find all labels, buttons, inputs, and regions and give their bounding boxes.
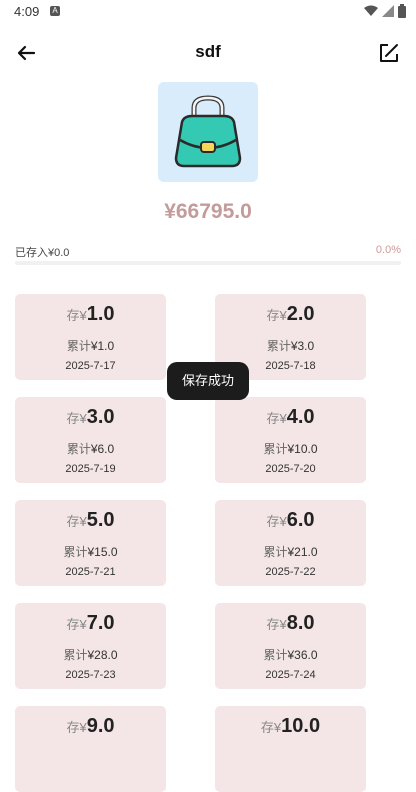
- deposit-card[interactable]: 存¥8.0 累计¥36.0 2025-7-24: [215, 603, 366, 689]
- deposit-prefix: 存¥: [66, 617, 87, 632]
- deposit-date: 2025-7-20: [265, 463, 316, 475]
- deposit-date: 2025-7-19: [65, 463, 116, 475]
- deposit-amount-line: 存¥7.0: [15, 612, 166, 635]
- deposit-amount-line: 存¥8.0: [215, 612, 366, 635]
- cumulative-line: 累计¥3.0: [215, 337, 366, 354]
- cumulative-line: 累计¥36.0: [215, 646, 366, 663]
- cumulative-total: ¥3.0: [290, 339, 315, 353]
- cumulative-total: ¥10.0: [287, 442, 318, 456]
- deposit-prefix: 存¥: [260, 720, 282, 735]
- signal-icon: [382, 5, 394, 17]
- deposit-date: 2025-7-17: [65, 360, 116, 372]
- goal-image[interactable]: [158, 82, 258, 182]
- deposit-date: 2025-7-22: [265, 566, 316, 578]
- cumulative-line: 累计¥1.0: [15, 337, 166, 354]
- deposit-prefix: 存¥: [66, 514, 87, 529]
- cumulative-total: ¥1.0: [90, 339, 115, 353]
- cumulative-prefix: 累计: [263, 545, 288, 559]
- cumulative-total: ¥15.0: [87, 545, 118, 559]
- a-icon: A: [50, 6, 60, 16]
- deposit-amount: 8.0: [286, 612, 315, 634]
- cumulative-total: ¥21.0: [287, 545, 318, 559]
- deposit-amount-line: 存¥2.0: [215, 303, 366, 326]
- deposit-amount: 7.0: [86, 612, 115, 634]
- wifi-icon: [364, 5, 378, 16]
- status-bar: 4:09 A: [0, 0, 416, 24]
- cumulative-total: ¥28.0: [87, 648, 118, 662]
- deposit-card[interactable]: 存¥6.0 累计¥21.0 2025-7-22: [215, 500, 366, 586]
- saved-label: 已存入¥0.0: [15, 247, 70, 259]
- deposit-prefix: 存¥: [66, 308, 87, 323]
- cumulative-prefix: 累计: [66, 442, 91, 456]
- deposit-card[interactable]: 存¥9.0: [15, 706, 166, 792]
- cumulative-prefix: 累计: [66, 339, 91, 353]
- status-time: 4:09: [14, 4, 40, 19]
- cumulative-prefix: 累计: [63, 648, 88, 662]
- page-title: sdf: [195, 42, 221, 61]
- deposit-amount: 1.0: [86, 303, 115, 325]
- deposit-prefix: 存¥: [266, 411, 287, 426]
- deposit-prefix: 存¥: [266, 617, 287, 632]
- deposit-card[interactable]: 存¥4.0 累计¥10.0 2025-7-20: [215, 397, 366, 483]
- deposit-amount-line: 存¥4.0: [215, 406, 366, 429]
- deposit-amount: 6.0: [286, 509, 315, 531]
- deposit-card[interactable]: 存¥3.0 累计¥6.0 2025-7-19: [15, 397, 166, 483]
- deposit-date: 2025-7-21: [65, 566, 116, 578]
- app-bar: sdf: [0, 32, 416, 74]
- deposit-amount: 4.0: [286, 406, 315, 428]
- deposit-date: 2025-7-24: [265, 669, 316, 681]
- deposit-card[interactable]: 存¥7.0 累计¥28.0 2025-7-23: [15, 603, 166, 689]
- deposit-amount: 2.0: [286, 303, 315, 325]
- cumulative-total: ¥36.0: [287, 648, 318, 662]
- deposit-amount-line: 存¥9.0: [15, 715, 166, 738]
- deposit-amount-line: 存¥1.0: [15, 303, 166, 326]
- deposit-prefix: 存¥: [66, 411, 87, 426]
- cumulative-line: 累计¥28.0: [15, 646, 166, 663]
- cumulative-line: 累计¥10.0: [215, 440, 366, 457]
- deposit-amount: 5.0: [86, 509, 115, 531]
- deposit-amount-line: 存¥5.0: [15, 509, 166, 532]
- cumulative-prefix: 累计: [266, 339, 291, 353]
- deposit-amount-line: 存¥6.0: [215, 509, 366, 532]
- goal-amount: ¥66795.0: [164, 200, 252, 223]
- deposit-amount: 10.0: [281, 715, 321, 737]
- progress-percent: 0.0%: [375, 244, 401, 256]
- deposit-prefix: 存¥: [66, 720, 87, 735]
- deposit-amount-line: 存¥10.0: [215, 715, 366, 738]
- deposit-date: 2025-7-23: [65, 669, 116, 681]
- edit-button[interactable]: [376, 40, 402, 66]
- cumulative-prefix: 累计: [63, 545, 88, 559]
- deposit-card[interactable]: 存¥5.0 累计¥15.0 2025-7-21: [15, 500, 166, 586]
- deposit-amount: 9.0: [86, 715, 115, 737]
- cumulative-line: 累计¥21.0: [215, 543, 366, 560]
- edit-icon: [380, 44, 398, 62]
- cumulative-prefix: 累计: [263, 648, 288, 662]
- cumulative-line: 累计¥15.0: [15, 543, 166, 560]
- handbag-icon: [174, 95, 242, 168]
- deposit-prefix: 存¥: [266, 308, 287, 323]
- status-icons: [364, 4, 406, 18]
- cumulative-line: 累计¥6.0: [15, 440, 166, 457]
- deposit-card[interactable]: 存¥1.0 累计¥1.0 2025-7-17: [15, 294, 166, 380]
- cumulative-prefix: 累计: [263, 442, 288, 456]
- deposit-prefix: 存¥: [266, 514, 287, 529]
- deposit-card[interactable]: 存¥10.0: [215, 706, 366, 792]
- battery-icon: [398, 4, 406, 18]
- deposit-amount: 3.0: [86, 406, 115, 428]
- toast: 保存成功: [167, 362, 249, 400]
- progress-bar: [15, 261, 401, 265]
- deposit-amount-line: 存¥3.0: [15, 406, 166, 429]
- cumulative-total: ¥6.0: [90, 442, 115, 456]
